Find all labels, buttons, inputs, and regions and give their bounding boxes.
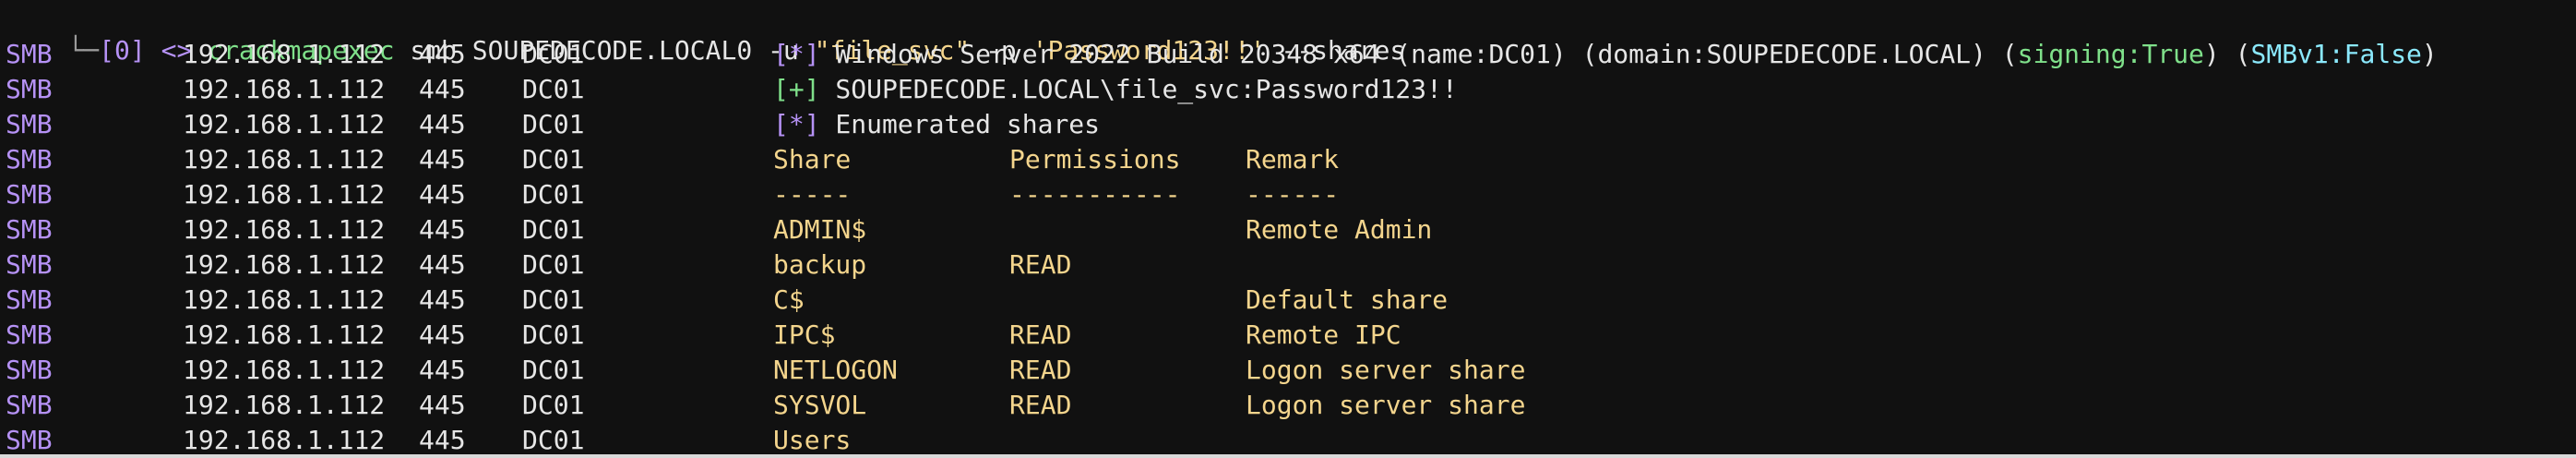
share-permissions: READ: [1009, 249, 1072, 280]
window-bottom-border: [0, 454, 2576, 458]
os-info-separator: ) (: [2203, 39, 2251, 69]
os-info-text: Windows Server 2022 Build 20348 x64 (nam…: [819, 39, 2018, 69]
share-table-row: SMB 192.168.1.112 445 DC01 SYSVOL READ L…: [0, 388, 2576, 423]
success-marker: [+]: [773, 74, 820, 104]
share-column-header: Share: [773, 144, 852, 175]
enumerated-message: [*] Enumerated shares: [773, 107, 1100, 142]
ip-address: 192.168.1.112: [183, 425, 386, 455]
protocol-label: SMB: [6, 249, 53, 280]
ip-address: 192.168.1.112: [183, 284, 386, 315]
hostname: DC01: [522, 39, 585, 69]
share-permissions: READ: [1009, 355, 1072, 385]
ip-address: 192.168.1.112: [183, 390, 386, 420]
hostname: DC01: [522, 390, 585, 420]
hostname: DC01: [522, 144, 585, 175]
share-table-header-row: SMB 192.168.1.112 445 DC01 Share Permiss…: [0, 142, 2576, 177]
protocol-label: SMB: [6, 144, 53, 175]
port-number: 445: [419, 109, 466, 139]
port-number: 445: [419, 425, 466, 455]
hostname: DC01: [522, 249, 585, 280]
command-line: └─[0] <> crackmapexec smb SOUPEDECODE.LO…: [6, 0, 1405, 66]
info-marker: [*]: [773, 39, 820, 69]
os-info-message: [*] Windows Server 2022 Build 20348 x64 …: [773, 37, 2438, 72]
share-table-row: SMB 192.168.1.112 445 DC01 ADMIN$ Remote…: [0, 212, 2576, 247]
hostname: DC01: [522, 74, 585, 104]
port-number: 445: [419, 39, 466, 69]
ip-address: 192.168.1.112: [183, 179, 386, 210]
output-row: SMB 192.168.1.112 445 DC01 [+] SOUPEDECO…: [0, 72, 2576, 107]
port-number: 445: [419, 144, 466, 175]
hostname: DC01: [522, 319, 585, 350]
os-info-end: ): [2421, 39, 2438, 69]
ip-address: 192.168.1.112: [183, 109, 386, 139]
signing-status: signing:True: [2017, 39, 2204, 69]
protocol-label: SMB: [6, 39, 53, 69]
port-number: 445: [419, 319, 466, 350]
share-name: ADMIN$: [773, 214, 867, 245]
share-name: IPC$: [773, 319, 836, 350]
info-marker: [*]: [773, 109, 820, 139]
permissions-column-header: Permissions: [1009, 144, 1181, 175]
enumerated-text: Enumerated shares: [819, 109, 1101, 139]
protocol-label: SMB: [6, 74, 53, 104]
protocol-label: SMB: [6, 179, 53, 210]
hostname: DC01: [522, 179, 585, 210]
terminal-window[interactable]: └─[0] <> crackmapexec smb SOUPEDECODE.LO…: [0, 0, 2576, 458]
ip-address: 192.168.1.112: [183, 319, 386, 350]
ip-address: 192.168.1.112: [183, 144, 386, 175]
auth-success-message: [+] SOUPEDECODE.LOCAL\file_svc:Password1…: [773, 72, 1458, 107]
ip-address: 192.168.1.112: [183, 39, 386, 69]
share-name: Users: [773, 425, 852, 455]
protocol-label: SMB: [6, 390, 53, 420]
share-remark: Logon server share: [1246, 390, 1526, 420]
port-number: 445: [419, 74, 466, 104]
port-number: 445: [419, 390, 466, 420]
permissions-separator: -----------: [1009, 179, 1181, 210]
share-table-row: SMB 192.168.1.112 445 DC01 IPC$ READ Rem…: [0, 318, 2576, 353]
output-row: SMB 192.168.1.112 445 DC01 [*] Windows S…: [0, 37, 2576, 72]
remark-column-header: Remark: [1246, 144, 1340, 175]
smbv1-status: SMBv1:False: [2250, 39, 2422, 69]
protocol-label: SMB: [6, 319, 53, 350]
port-number: 445: [419, 249, 466, 280]
remark-separator: ------: [1246, 179, 1340, 210]
port-number: 445: [419, 355, 466, 385]
hostname: DC01: [522, 284, 585, 315]
share-table-row: SMB 192.168.1.112 445 DC01 Users: [0, 423, 2576, 458]
ip-address: 192.168.1.112: [183, 355, 386, 385]
share-remark: Remote Admin: [1246, 214, 1433, 245]
protocol-label: SMB: [6, 284, 53, 315]
protocol-label: SMB: [6, 355, 53, 385]
share-separator: -----: [773, 179, 852, 210]
protocol-label: SMB: [6, 425, 53, 455]
share-name: C$: [773, 284, 805, 315]
share-table-row: SMB 192.168.1.112 445 DC01 C$ Default sh…: [0, 283, 2576, 318]
ip-address: 192.168.1.112: [183, 74, 386, 104]
share-remark: Logon server share: [1246, 355, 1526, 385]
ip-address: 192.168.1.112: [183, 214, 386, 245]
share-permissions: READ: [1009, 390, 1072, 420]
port-number: 445: [419, 284, 466, 315]
share-name: NETLOGON: [773, 355, 898, 385]
share-remark: Remote IPC: [1246, 319, 1401, 350]
share-table-separator-row: SMB 192.168.1.112 445 DC01 ----- -------…: [0, 177, 2576, 212]
hostname: DC01: [522, 214, 585, 245]
protocol-label: SMB: [6, 109, 53, 139]
hostname: DC01: [522, 425, 585, 455]
hostname: DC01: [522, 355, 585, 385]
protocol-label: SMB: [6, 214, 53, 245]
share-table-row: SMB 192.168.1.112 445 DC01 backup READ: [0, 247, 2576, 283]
auth-success-text: SOUPEDECODE.LOCAL\file_svc:Password123!!: [819, 74, 1458, 104]
share-name: backup: [773, 249, 867, 280]
share-permissions: READ: [1009, 319, 1072, 350]
port-number: 445: [419, 214, 466, 245]
output-row: SMB 192.168.1.112 445 DC01 [*] Enumerate…: [0, 107, 2576, 142]
share-remark: Default share: [1246, 284, 1449, 315]
port-number: 445: [419, 179, 466, 210]
ip-address: 192.168.1.112: [183, 249, 386, 280]
hostname: DC01: [522, 109, 585, 139]
share-table-row: SMB 192.168.1.112 445 DC01 NETLOGON READ…: [0, 353, 2576, 388]
share-name: SYSVOL: [773, 390, 867, 420]
